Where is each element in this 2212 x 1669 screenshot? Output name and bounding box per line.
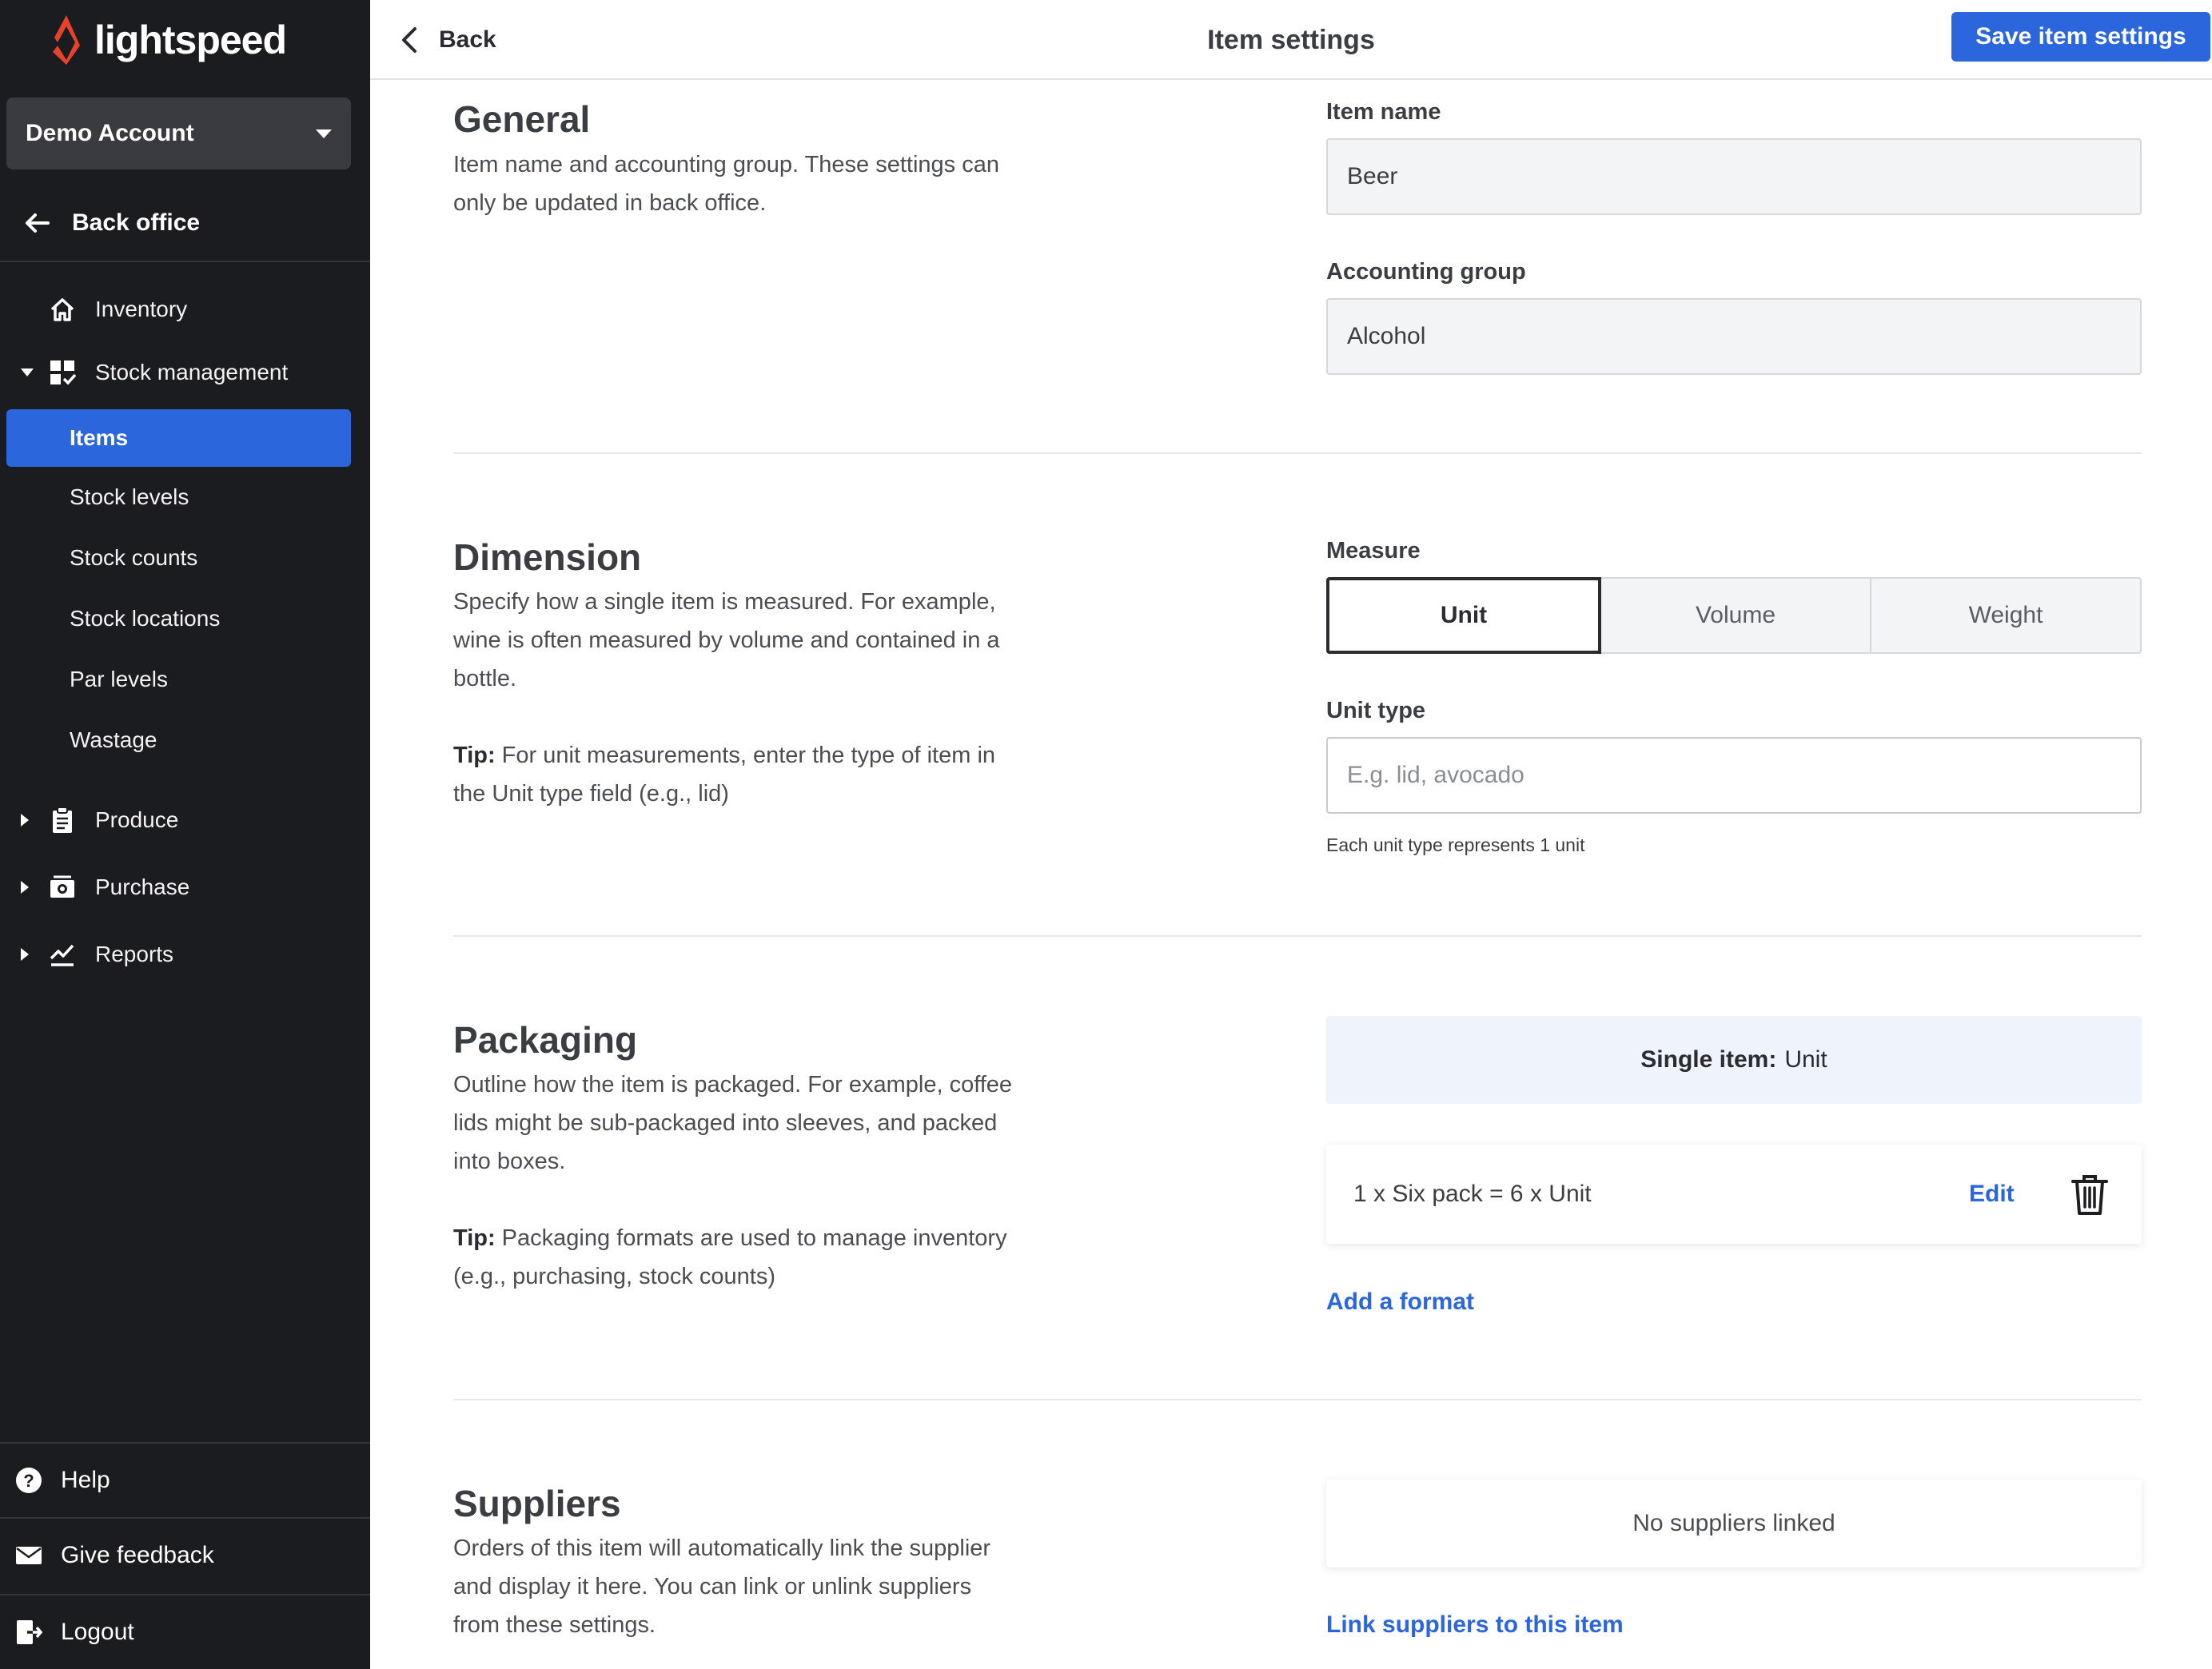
sidebar-subitem-wastage[interactable]: Wastage: [6, 711, 351, 769]
single-item-banner: Single item: Unit: [1326, 1016, 2142, 1104]
home-icon: [48, 295, 77, 324]
item-name-field: Beer: [1326, 138, 2142, 215]
flame-logo-icon: [53, 15, 80, 65]
sidebar-subitem-stock-counts[interactable]: Stock counts: [6, 529, 351, 587]
tip-label: Tip:: [453, 1225, 496, 1251]
sidebar-item-label: Stock management: [95, 360, 289, 384]
packaging-format-row: 1 x Six pack = 6 x Unit Edit: [1326, 1145, 2142, 1244]
accounting-group-label: Accounting group: [1326, 259, 1526, 285]
caret-right-icon: [21, 948, 29, 961]
clipboard-icon: [48, 806, 77, 834]
measure-label: Measure: [1326, 538, 1421, 564]
sidebar-item-purchase[interactable]: Purchase: [0, 863, 370, 911]
packaging-title: Packaging: [453, 1019, 638, 1061]
back-button[interactable]: Back: [399, 18, 496, 62]
sidebar-subitem-par-levels[interactable]: Par levels: [6, 651, 351, 708]
back-label: Back: [439, 26, 496, 53]
tip-text: For unit measurements, enter the type of…: [453, 743, 996, 807]
give-feedback-label: Give feedback: [61, 1542, 214, 1568]
general-title: General: [453, 98, 591, 140]
accounting-group-field: Alcohol: [1326, 298, 2142, 375]
item-name-value: Beer: [1347, 163, 1398, 189]
unit-type-label: Unit type: [1326, 698, 1426, 723]
arrow-left-icon: [26, 213, 50, 233]
sidebar-subitem-label: Par levels: [70, 667, 168, 691]
single-item-label: Single item:: [1640, 1046, 1777, 1073]
sidebar: lightspeed Demo Account Back office Inve…: [0, 0, 370, 1669]
single-item-value: Unit: [1784, 1046, 1827, 1073]
sidebar-subitem-stock-locations[interactable]: Stock locations: [6, 590, 351, 647]
sidebar-subitem-label: Items: [70, 425, 129, 450]
logout-link[interactable]: Logout: [0, 1594, 370, 1669]
help-icon: ?: [16, 1468, 42, 1493]
measure-option-unit[interactable]: Unit: [1326, 577, 1601, 654]
account-selector[interactable]: Demo Account: [6, 98, 351, 169]
unit-type-input[interactable]: [1326, 737, 2142, 814]
help-label: Help: [61, 1467, 110, 1493]
tip-label: Tip:: [453, 743, 496, 768]
item-name-label: Item name: [1326, 99, 1441, 125]
mail-icon: [16, 1547, 42, 1564]
measure-option-volume[interactable]: Volume: [1601, 577, 1871, 654]
sidebar-subitem-items[interactable]: Items: [6, 409, 351, 467]
brand-name: lightspeed: [94, 18, 287, 62]
dimension-tip: Tip: For unit measurements, enter the ty…: [453, 736, 1013, 813]
sidebar-item-stock-management[interactable]: Stock management: [0, 349, 370, 396]
link-suppliers-link[interactable]: Link suppliers to this item: [1326, 1611, 1624, 1639]
caret-right-icon: [21, 881, 29, 894]
top-bar: Back Item settings Save item settings: [370, 0, 2212, 80]
svg-text:?: ?: [23, 1471, 34, 1491]
sidebar-subitem-stock-levels[interactable]: Stock levels: [6, 468, 351, 526]
tip-text: Packaging formats are used to manage inv…: [453, 1225, 1007, 1289]
add-format-link[interactable]: Add a format: [1326, 1289, 1474, 1316]
sidebar-subitem-label: Stock counts: [70, 545, 198, 570]
caret-down-icon: [21, 368, 34, 376]
sidebar-item-reports[interactable]: Reports: [0, 930, 370, 978]
dimension-description: Specify how a single item is measured. F…: [453, 589, 1000, 691]
suppliers-description: Orders of this item will automatically l…: [453, 1536, 991, 1638]
sidebar-item-label: Produce: [95, 807, 179, 832]
back-office-label: Back office: [72, 209, 201, 236]
brand-logo: lightspeed: [48, 8, 287, 72]
sidebar-item-inventory[interactable]: Inventory: [0, 285, 370, 333]
caret-right-icon: [21, 814, 29, 827]
reports-icon: [48, 940, 77, 969]
chevron-down-icon: [316, 129, 332, 138]
section-divider: [453, 452, 2142, 454]
back-office-link[interactable]: Back office: [0, 185, 370, 262]
save-item-settings-button[interactable]: Save item settings: [1951, 12, 2210, 62]
account-name: Demo Account: [26, 120, 194, 146]
packaging-tip: Tip: Packaging formats are used to manag…: [453, 1219, 1013, 1296]
sidebar-item-label: Inventory: [95, 297, 188, 321]
stock-management-icon: [48, 358, 77, 387]
sidebar-subitem-label: Wastage: [70, 727, 157, 752]
sidebar-item-label: Purchase: [95, 874, 190, 899]
unit-type-helper: Each unit type represents 1 unit: [1326, 834, 1585, 855]
section-divider: [453, 1399, 2142, 1400]
general-description: Item name and accounting group. These se…: [453, 152, 1000, 216]
no-suppliers-card: No suppliers linked: [1326, 1480, 2142, 1567]
packaging-description: Outline how the item is packaged. For ex…: [453, 1072, 1013, 1174]
sidebar-subitem-label: Stock levels: [70, 484, 189, 509]
accounting-group-value: Alcohol: [1347, 323, 1426, 349]
edit-format-button[interactable]: Edit: [1969, 1181, 2015, 1208]
chevron-left-icon: [402, 27, 416, 53]
measure-segmented-control: Unit Volume Weight: [1326, 577, 2142, 654]
purchase-icon: [48, 873, 77, 902]
suppliers-title: Suppliers: [453, 1483, 621, 1524]
section-divider: [453, 935, 2142, 937]
help-link[interactable]: ? Help: [0, 1442, 370, 1517]
trash-icon[interactable]: [2070, 1172, 2110, 1217]
logout-icon: [17, 1620, 43, 1644]
sidebar-subitem-label: Stock locations: [70, 606, 221, 631]
logout-label: Logout: [61, 1619, 134, 1645]
measure-option-weight[interactable]: Weight: [1871, 577, 2142, 654]
format-text: 1 x Six pack = 6 x Unit: [1353, 1181, 1592, 1207]
sidebar-item-label: Reports: [95, 942, 174, 966]
dimension-title: Dimension: [453, 536, 642, 578]
no-suppliers-text: No suppliers linked: [1632, 1510, 1835, 1536]
give-feedback-link[interactable]: Give feedback: [0, 1517, 370, 1592]
page-title: Item settings: [1207, 25, 1375, 55]
sidebar-item-produce[interactable]: Produce: [0, 796, 370, 844]
